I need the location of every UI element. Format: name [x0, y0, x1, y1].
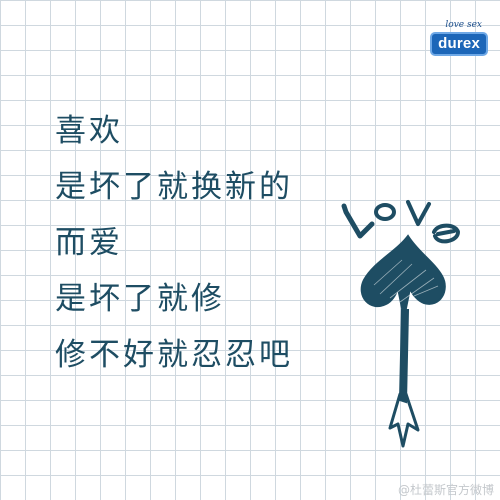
letter-o-icon [374, 203, 396, 221]
heart-arrowhead-icon [360, 234, 446, 319]
poem: 喜欢 是坏了就换新的 而爱 是坏了就修 修不好就忍忍吧 [55, 108, 293, 388]
weibo-watermark: @杜蕾斯官方微博 [397, 483, 494, 497]
love-arrow-drawing [341, 200, 460, 448]
poem-line: 修不好就忍忍吧 [55, 337, 293, 373]
arrow-shaft-icon [398, 309, 410, 404]
durex-logo: durex [430, 32, 488, 56]
letter-e-icon [432, 223, 460, 244]
poem-line: 是坏了就换新的 [55, 169, 293, 205]
letter-l-icon [341, 203, 375, 239]
poem-line: 而爱 [55, 225, 123, 261]
brand-tagline: love sex [445, 20, 482, 30]
brand-logo-block: love sex durex [428, 20, 488, 56]
poem-line: 是坏了就修 [55, 281, 225, 317]
poem-line: 喜欢 [55, 113, 123, 149]
letter-v-icon [406, 200, 431, 226]
